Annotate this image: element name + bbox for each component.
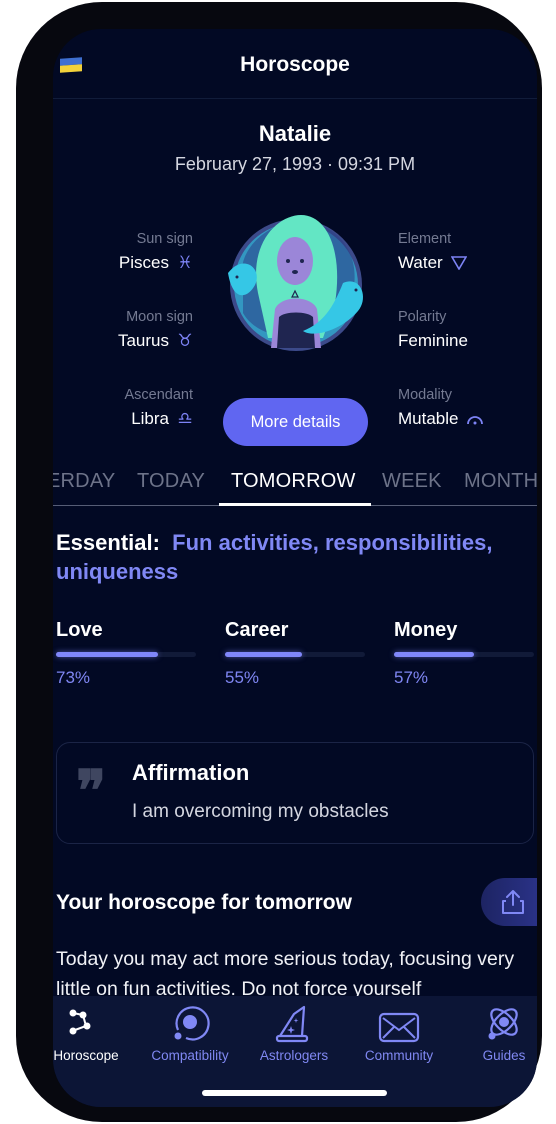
horoscope-body: Today you may act more serious today, fo…	[56, 948, 515, 1000]
attr-value: Libra	[131, 409, 169, 428]
water-triangle-icon	[450, 256, 467, 270]
nav-guides[interactable]: Guides	[454, 996, 537, 1063]
tab-week[interactable]: WEEK	[382, 470, 442, 493]
atom-icon	[488, 1008, 518, 1040]
period-tabs: ERDAY TODAY TOMORROW WEEK MONTH	[53, 470, 537, 506]
meter-fill	[56, 652, 159, 657]
more-details-button[interactable]: More details	[223, 398, 368, 446]
tab-yesterday[interactable]: ERDAY	[53, 470, 115, 493]
share-button[interactable]	[481, 878, 537, 926]
meter-label: Love	[56, 619, 103, 641]
meter-fill	[225, 652, 302, 657]
screen: Horoscope Natalie February 27, 1993 · 09…	[53, 29, 537, 1107]
essential-text: Essential: Fun activities, responsibilit…	[56, 528, 496, 586]
essential-label: Essential:	[56, 530, 160, 555]
zodiac-avatar-illustration	[228, 215, 364, 351]
home-indicator[interactable]	[202, 1090, 387, 1096]
attr-label: Polarity	[398, 309, 447, 325]
affirmation-card: ❞ Affirmation I am overcoming my obstacl…	[56, 742, 534, 844]
meter-love: Love 73%	[56, 619, 196, 688]
attr-value: Taurus	[117, 331, 169, 350]
pisces-icon: ♓︎	[177, 253, 193, 272]
bottom-nav: Horoscope Compatibility Astrologers Comm…	[53, 996, 537, 1107]
tab-today[interactable]: TODAY	[137, 470, 205, 493]
nav-community[interactable]: Community	[349, 996, 449, 1063]
meter-percent: 57%	[394, 668, 429, 687]
compatibility-orbit-icon	[174, 1006, 210, 1041]
attr-value: Pisces	[118, 253, 169, 272]
meter-percent: 55%	[225, 668, 260, 687]
affirmation-text: I am overcoming my obstacles	[132, 801, 389, 822]
nav-label: Community	[364, 1048, 434, 1063]
meter-percent: 73%	[56, 668, 91, 687]
meter-track	[394, 652, 534, 657]
wizard-hat-icon	[275, 1005, 309, 1043]
phone-frame: Horoscope Natalie February 27, 1993 · 09…	[16, 2, 542, 1122]
share-icon	[502, 890, 524, 914]
attr-label: Element	[398, 231, 452, 247]
header: Horoscope	[53, 29, 537, 99]
envelope-icon	[378, 1012, 420, 1043]
horoscope-title: Your horoscope for tomorrow	[56, 891, 352, 914]
page-title: Horoscope	[240, 53, 350, 76]
attr-value: Water	[398, 253, 443, 272]
attr-polarity: Polarity Feminine	[398, 309, 528, 351]
meter-fill	[394, 652, 474, 657]
profile-name: Natalie	[258, 121, 332, 146]
profile-birth-datetime: February 27, 1993 · 09:31 PM	[174, 154, 416, 174]
attr-element: Element Water	[398, 231, 528, 273]
nav-label: Astrologers	[259, 1048, 329, 1063]
meter-label: Career	[225, 619, 289, 641]
meter-label: Money	[394, 619, 458, 641]
nav-horoscope[interactable]: Horoscope	[53, 996, 136, 1063]
attr-label: Sun sign	[136, 231, 193, 247]
meter-career: Career 55%	[225, 619, 365, 688]
active-tab-indicator	[219, 503, 371, 506]
attr-value: Mutable	[398, 409, 459, 428]
nav-astrologers[interactable]: Astrologers	[244, 996, 344, 1063]
attr-sun-sign: Sun sign Pisces ♓︎	[63, 231, 193, 273]
tab-month[interactable]: MONTH	[464, 470, 537, 493]
taurus-icon: ♉︎	[177, 331, 193, 350]
attr-ascendant: Ascendant Libra ♎︎	[63, 387, 193, 429]
nav-label: Compatibility	[151, 1048, 229, 1063]
attr-moon-sign: Moon sign Taurus ♉︎	[63, 309, 193, 351]
constellation-icon	[69, 1009, 91, 1035]
attr-label: Ascendant	[124, 387, 193, 403]
nav-label: Guides	[482, 1048, 526, 1063]
quote-icon: ❞	[76, 758, 107, 824]
meter-track	[225, 652, 365, 657]
attr-value: Feminine	[398, 331, 468, 350]
mutable-icon	[467, 416, 484, 425]
attr-label: Moon sign	[126, 309, 193, 325]
tab-tomorrow[interactable]: TOMORROW	[231, 470, 356, 493]
libra-icon: ♎︎	[177, 409, 193, 428]
affirmation-title: Affirmation	[132, 760, 250, 785]
attr-label: Modality	[398, 387, 452, 403]
attr-modality: Modality Mutable	[398, 387, 528, 429]
meter-money: Money 57%	[394, 619, 534, 688]
nav-compatibility[interactable]: Compatibility	[140, 996, 240, 1063]
nav-label: Horoscope	[53, 1048, 119, 1063]
meter-track	[56, 652, 196, 657]
